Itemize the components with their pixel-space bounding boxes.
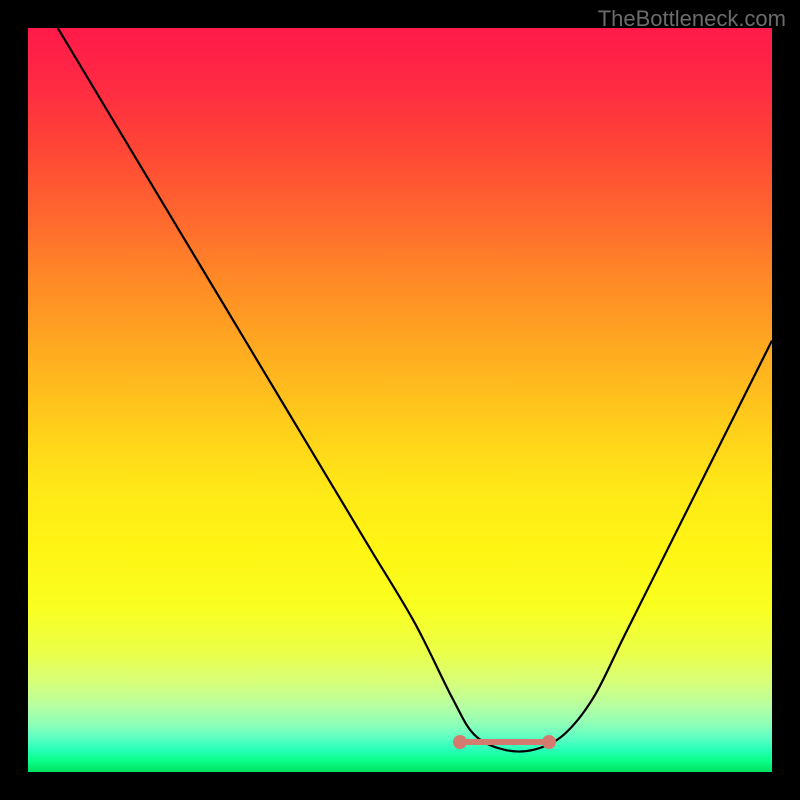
plot-area (28, 28, 772, 772)
valley-marker-left (453, 735, 467, 749)
attribution-text: TheBottleneck.com (598, 6, 786, 32)
valley-marker-bar (460, 739, 549, 745)
valley-marker-right (542, 735, 556, 749)
bottleneck-curve (28, 28, 772, 772)
